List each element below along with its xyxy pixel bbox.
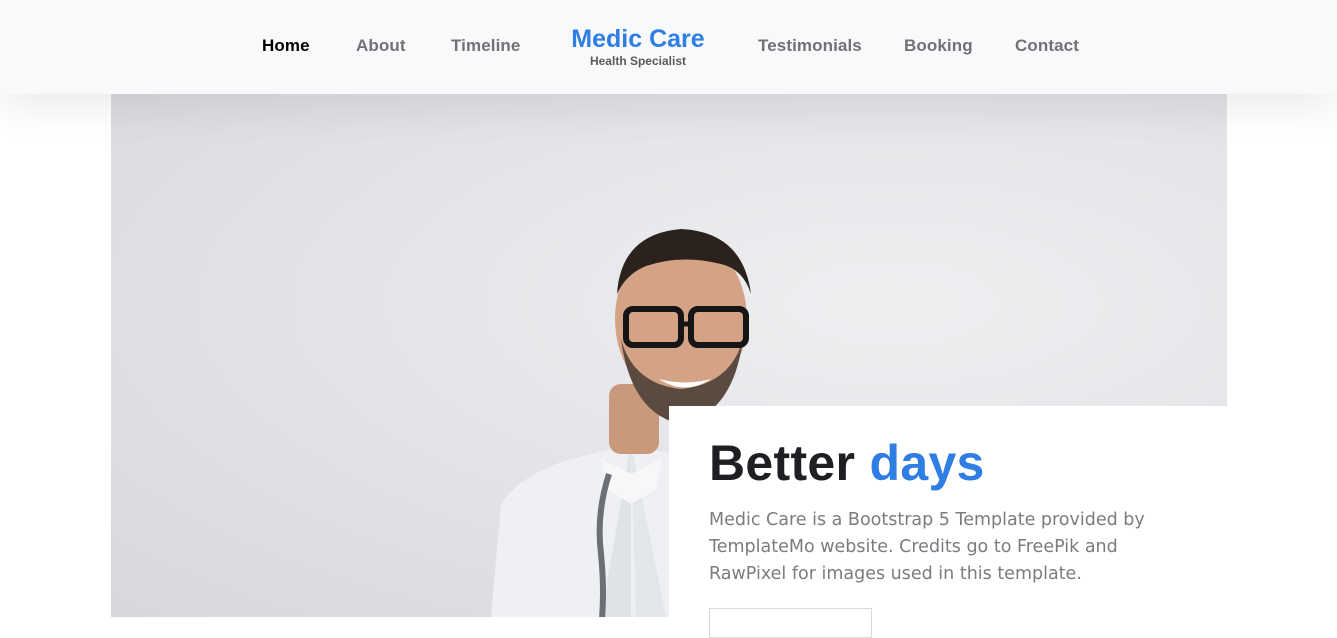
brand-subtitle: Health Specialist [589, 54, 687, 68]
nav-link-testimonials[interactable]: Testimonials [758, 36, 862, 56]
hero-title: Better days [709, 436, 1187, 490]
nav-link-home[interactable]: Home [262, 36, 310, 56]
hero-action-button[interactable] [709, 608, 872, 638]
nav-link-timeline[interactable]: Timeline [451, 36, 520, 56]
nav-link-about[interactable]: About [356, 36, 406, 56]
nav-link-contact[interactable]: Contact [1015, 36, 1079, 56]
top-navbar: Home About Timeline Medic Care Health Sp… [0, 0, 1337, 94]
hero-title-main: Better [709, 435, 856, 491]
hero-title-accent: days [869, 435, 985, 491]
hero-card: Better days Medic Care is a Bootstrap 5 … [669, 406, 1227, 638]
nav-link-booking[interactable]: Booking [904, 36, 973, 56]
brand-title: Medic Care [571, 25, 705, 53]
hero-description: Medic Care is a Bootstrap 5 Template pro… [709, 510, 1145, 584]
brand-logo[interactable]: Medic Care Health Specialist [565, 24, 711, 68]
